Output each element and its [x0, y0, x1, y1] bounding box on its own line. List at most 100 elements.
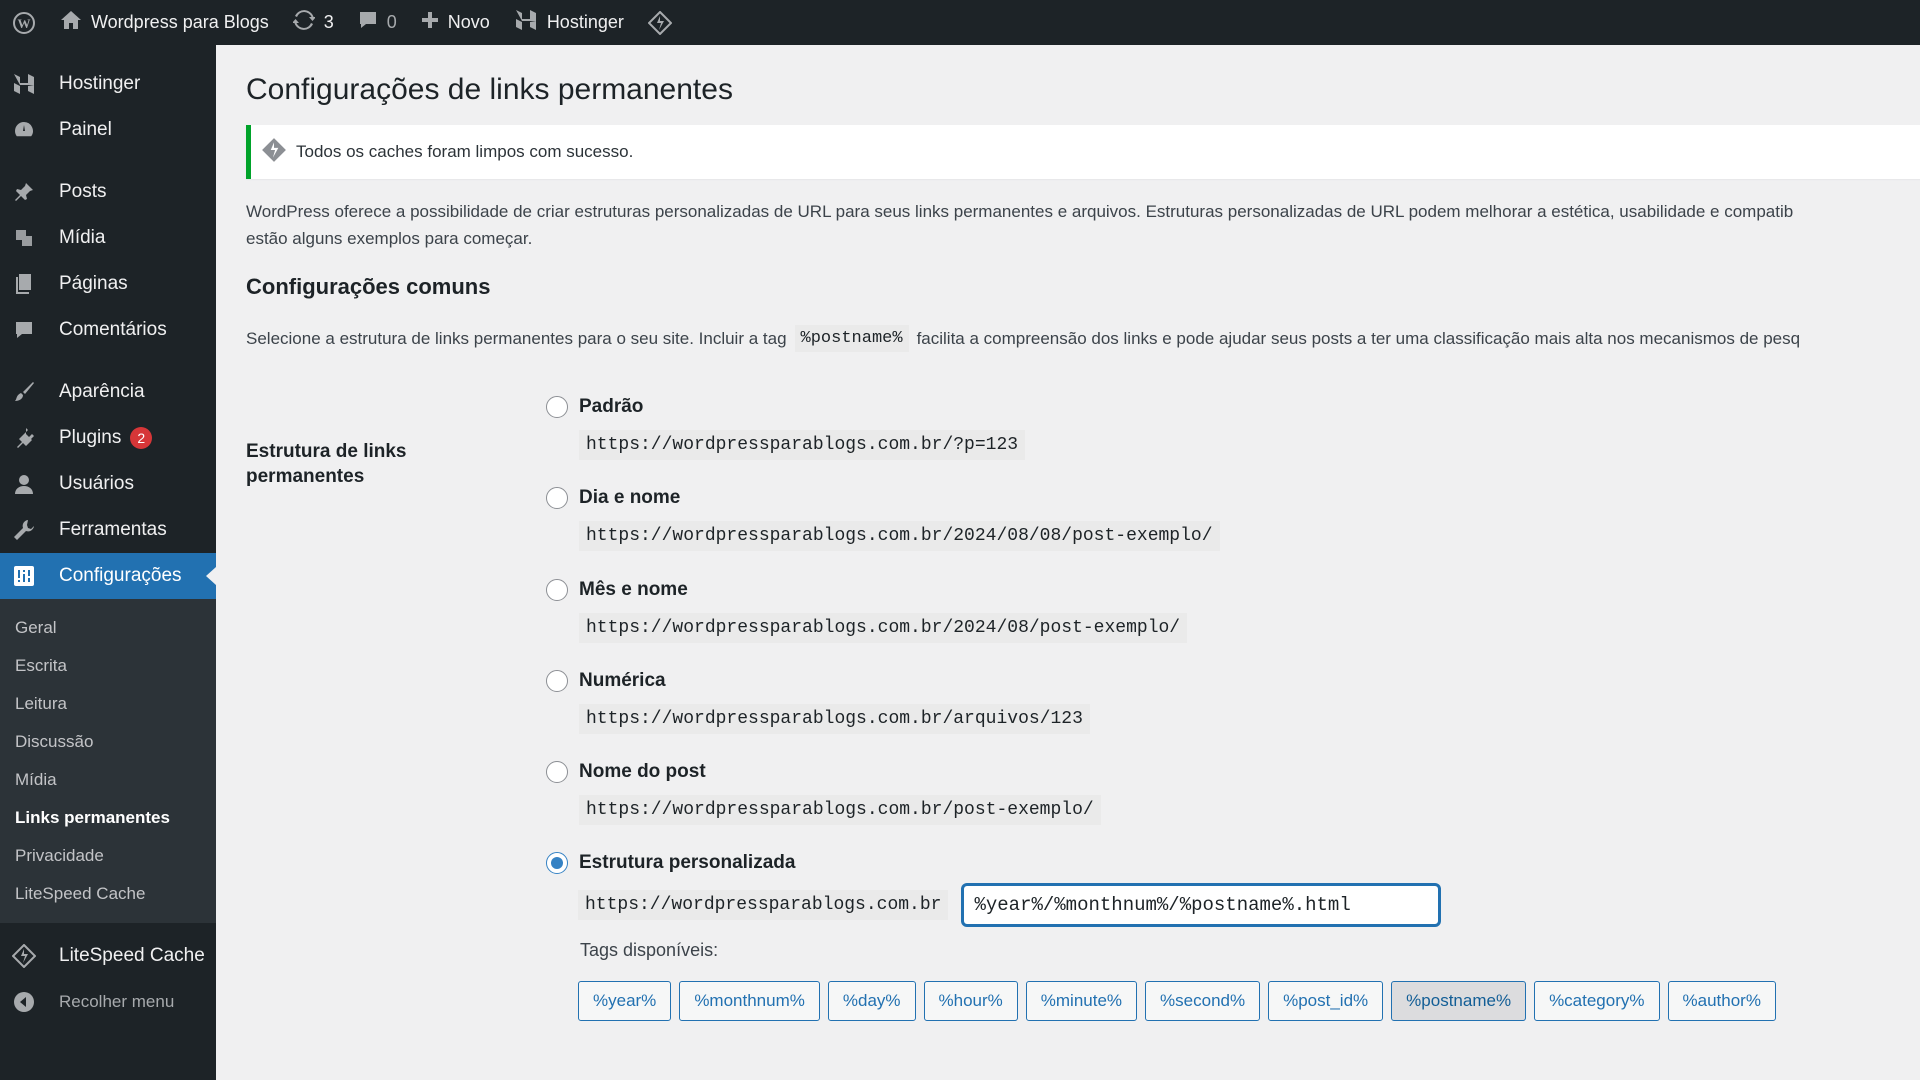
tag-button-author[interactable]: %author% — [1667, 981, 1776, 1021]
collapse-arrow-icon — [12, 990, 36, 1014]
option-estrutura-personalizada-toggle[interactable]: Estrutura personalizada — [546, 852, 795, 874]
available-tags-label: Tags disponíveis: — [580, 940, 719, 960]
postname-tag-code: %postname% — [794, 325, 909, 352]
tag-button-monthnum[interactable]: %monthnum% — [679, 981, 820, 1021]
sidebar-item-label: Posts — [59, 181, 107, 202]
admin-sidebar: Hostinger Painel Posts Mídia Páginas Com… — [0, 45, 216, 1080]
brush-icon — [12, 380, 36, 404]
tag-button-post-id[interactable]: %post_id% — [1268, 981, 1384, 1021]
tag-button-postname[interactable]: %postname% — [1391, 981, 1527, 1021]
radio-nome-do-post[interactable] — [546, 761, 568, 783]
submenu-item-midia[interactable]: Mídia — [0, 761, 216, 799]
updates-count: 3 — [323, 12, 334, 32]
settings-submenu: Geral Escrita Leitura Discussão Mídia Li… — [0, 599, 216, 923]
sidebar-item-paginas[interactable]: Páginas — [0, 261, 216, 307]
sidebar-item-label: Mídia — [59, 227, 106, 248]
comment-icon — [12, 318, 36, 342]
radio-dia-e-nome[interactable] — [546, 487, 568, 509]
sidebar-item-label: Painel — [59, 119, 112, 140]
submenu-item-litespeed-cache[interactable]: LiteSpeed Cache — [0, 875, 216, 913]
tag-button-category[interactable]: %category% — [1534, 981, 1660, 1021]
admin-bar: W Wordpress para Blogs 3 0 Novo Hostinge… — [0, 0, 1920, 45]
comments-count: 0 — [386, 12, 397, 32]
wordpress-logo-icon[interactable]: W — [0, 0, 48, 45]
sidebar-item-label: Páginas — [59, 273, 128, 294]
option-example: https://wordpressparablogs.com.br/post-e… — [579, 795, 1101, 825]
hostinger-icon — [514, 8, 538, 37]
wrench-icon — [12, 518, 36, 542]
desc-text-before: Selecione a estrutura de links permanent… — [246, 328, 787, 348]
option-dia-e-nome: Dia e nome https://wordpressparablogs.co… — [546, 487, 1220, 551]
option-example: https://wordpressparablogs.com.br/2024/0… — [579, 521, 1220, 551]
updates-link[interactable]: 3 — [281, 0, 346, 45]
option-padrao: Padrão https://wordpressparablogs.com.br… — [546, 396, 1026, 460]
option-padrao-toggle[interactable]: Padrão — [546, 396, 1025, 418]
hostinger-link[interactable]: Hostinger — [502, 0, 636, 45]
option-numerica-toggle[interactable]: Numérica — [546, 670, 1090, 692]
new-content-link[interactable]: Novo — [409, 0, 502, 45]
option-label: Estrutura personalizada — [579, 852, 796, 873]
refresh-icon — [291, 9, 316, 36]
option-label: Mês e nome — [579, 579, 688, 600]
settings-icon — [12, 564, 36, 588]
tag-button-year[interactable]: %year% — [578, 981, 672, 1021]
option-label: Dia e nome — [579, 487, 681, 508]
notice-text: Todos os caches foram limpos com sucesso… — [296, 142, 634, 161]
section-title: Configurações comuns — [246, 274, 491, 299]
tag-button-day[interactable]: %day% — [827, 981, 916, 1021]
litespeed-icon — [261, 137, 287, 168]
sidebar-item-label: Plugins — [59, 427, 122, 448]
tag-button-hour[interactable]: %hour% — [923, 981, 1018, 1021]
sidebar-item-aparencia[interactable]: Aparência — [0, 369, 216, 415]
option-label: Numérica — [579, 670, 666, 691]
custom-structure-input[interactable] — [962, 884, 1441, 926]
intro-line-1: WordPress oferece a possibilidade de cri… — [246, 202, 1794, 221]
plus-icon — [421, 11, 439, 34]
custom-base-url: https://wordpressparablogs.com.br — [578, 890, 949, 920]
radio-padrao[interactable] — [546, 396, 568, 418]
sidebar-item-usuarios[interactable]: Usuários — [0, 461, 216, 507]
radio-mes-e-nome[interactable] — [546, 579, 568, 601]
litespeed-icon — [12, 944, 36, 968]
sidebar-item-painel[interactable]: Painel — [0, 107, 216, 153]
litespeed-adminbar-icon[interactable] — [636, 0, 684, 45]
submenu-item-links-permanentes[interactable]: Links permanentes — [0, 799, 216, 837]
option-mes-e-nome-toggle[interactable]: Mês e nome — [546, 579, 1187, 601]
sidebar-item-configuracoes[interactable]: Configurações — [0, 553, 216, 599]
option-mes-e-nome: Mês e nome https://wordpressparablogs.co… — [546, 579, 1188, 643]
sidebar-item-midia[interactable]: Mídia — [0, 215, 216, 261]
intro-line-2: estão alguns exemplos para começar. — [246, 229, 533, 248]
sidebar-item-comentarios[interactable]: Comentários — [0, 307, 216, 353]
sidebar-item-plugins[interactable]: Plugins 2 — [0, 415, 216, 461]
sidebar-item-label: Aparência — [59, 381, 145, 402]
collapse-menu-button[interactable]: Recolher menu — [0, 979, 216, 1025]
option-dia-e-nome-toggle[interactable]: Dia e nome — [546, 487, 1220, 509]
comments-link[interactable]: 0 — [346, 0, 409, 45]
submenu-item-discussao[interactable]: Discussão — [0, 723, 216, 761]
submenu-item-geral[interactable]: Geral — [0, 609, 216, 647]
tag-button-second[interactable]: %second% — [1145, 981, 1261, 1021]
option-numerica: Numérica https://wordpressparablogs.com.… — [546, 670, 1090, 734]
option-example: https://wordpressparablogs.com.br/?p=123 — [579, 430, 1026, 460]
option-nome-do-post: Nome do post https://wordpressparablogs.… — [546, 761, 1101, 825]
sidebar-item-label: Configurações — [59, 565, 182, 586]
dashboard-icon — [12, 118, 36, 142]
sidebar-item-ferramentas[interactable]: Ferramentas — [0, 507, 216, 553]
option-nome-do-post-toggle[interactable]: Nome do post — [546, 761, 1101, 783]
sidebar-item-hostinger[interactable]: Hostinger — [0, 61, 216, 107]
tag-button-minute[interactable]: %minute% — [1025, 981, 1138, 1021]
custom-structure-row: https://wordpressparablogs.com.br — [578, 884, 1441, 926]
sidebar-item-litespeed-cache[interactable]: LiteSpeed Cache — [0, 933, 216, 979]
submenu-item-leitura[interactable]: Leitura — [0, 685, 216, 723]
site-name-link[interactable]: Wordpress para Blogs — [48, 0, 281, 45]
radio-numerica[interactable] — [546, 670, 568, 692]
hostinger-icon — [12, 72, 36, 96]
radio-estrutura-personalizada[interactable] — [546, 852, 568, 874]
sidebar-item-posts[interactable]: Posts — [0, 169, 216, 215]
submenu-item-escrita[interactable]: Escrita — [0, 647, 216, 685]
option-example: https://wordpressparablogs.com.br/2024/0… — [579, 613, 1188, 643]
sidebar-item-label: Ferramentas — [59, 519, 167, 540]
sidebar-item-label: Usuários — [59, 473, 134, 494]
submenu-item-privacidade[interactable]: Privacidade — [0, 837, 216, 875]
media-icon — [12, 226, 36, 250]
